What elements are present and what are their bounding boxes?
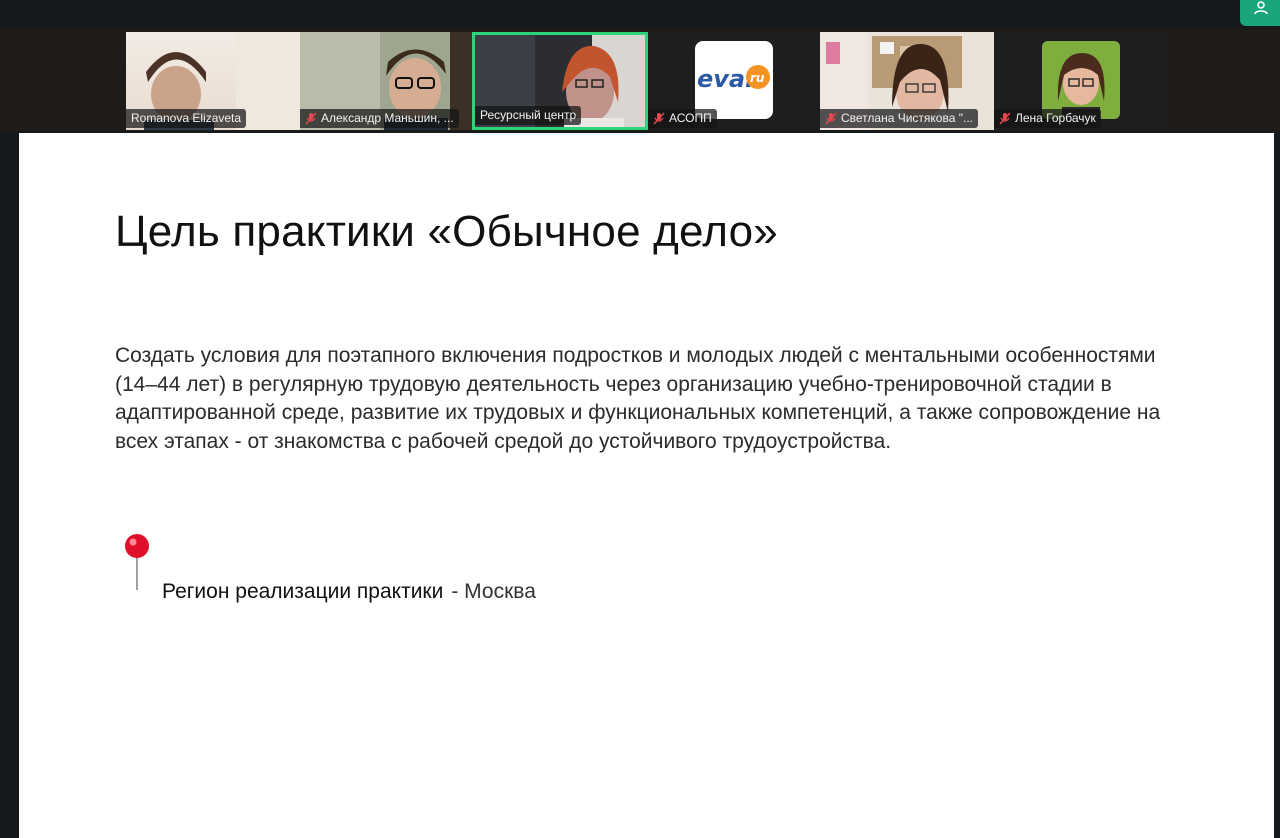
view-options-button[interactable] (1240, 0, 1280, 26)
participant-name: АСОПП (648, 109, 717, 128)
slide-body-text: Создать условия для поэтапного включения… (115, 344, 1161, 453)
mic-muted-icon (999, 112, 1011, 125)
participant-tile[interactable]: Александр Маньшин, ... (300, 32, 472, 130)
participant-name: Romanova Elizaveta (126, 109, 247, 128)
participant-name: Александр Маньшин, ... (300, 109, 459, 128)
participant-tile[interactable]: eval ru АСОПП (648, 32, 820, 130)
avatar-photo (1042, 41, 1120, 119)
participant-name: Ресурсный центр (475, 106, 582, 125)
participant-name: Лена Горбачук (994, 109, 1101, 128)
slide-title: Цель практики «Обычное дело» (115, 207, 778, 256)
region-label: Регион реализации практики (162, 580, 444, 603)
participant-avatar (1042, 41, 1120, 119)
person-icon (1254, 1, 1268, 15)
pushpin-icon (125, 534, 149, 590)
mic-muted-icon (305, 112, 317, 125)
participant-avatar: eval ru (695, 41, 773, 119)
eval-logo-icon: eval ru (697, 65, 770, 93)
shared-screen-slide: Цель практики «Обычное дело» Создать усл… (19, 133, 1274, 838)
participant-tile[interactable]: Светлана Чистякова "... (820, 32, 994, 130)
participant-name: Светлана Чистякова "... (820, 109, 978, 128)
mic-muted-icon (653, 112, 665, 125)
region-value: - Москва (451, 580, 536, 603)
top-bar (0, 0, 1280, 30)
svg-text:eval: eval (697, 65, 754, 93)
slide-region-line: Регион реализации практики - Москва (162, 580, 536, 604)
mic-muted-icon (825, 112, 837, 125)
participant-tile-active[interactable]: Ресурсный центр (472, 32, 648, 130)
participant-tile[interactable]: Лена Горбачук (994, 32, 1168, 130)
svg-text:ru: ru (750, 71, 765, 85)
participant-tile[interactable]: Romanova Elizaveta (126, 32, 300, 130)
